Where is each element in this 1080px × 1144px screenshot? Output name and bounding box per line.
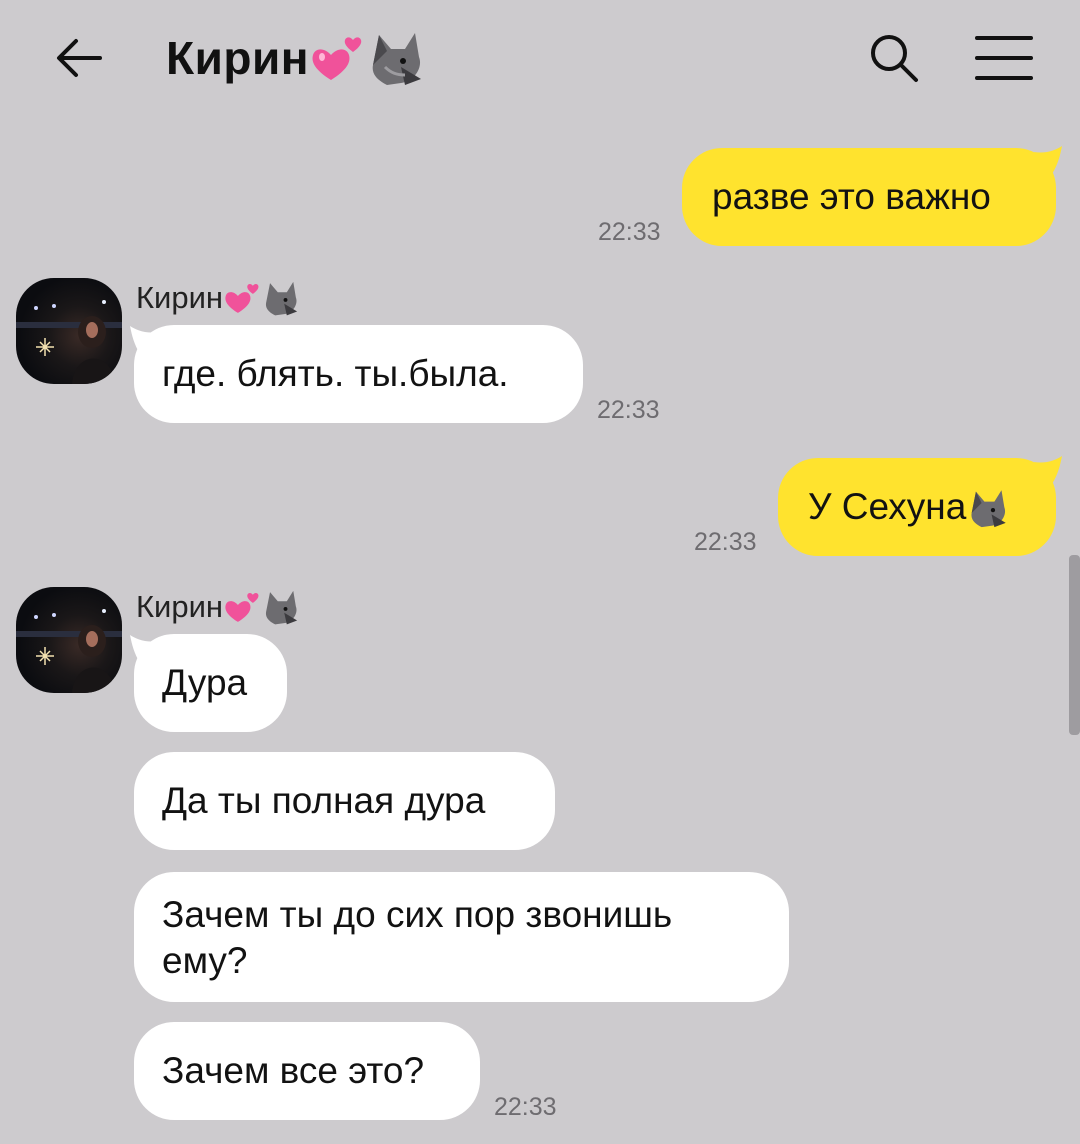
sender-name: Кирин: [136, 278, 301, 318]
scrollbar[interactable]: [1069, 555, 1080, 735]
message-bubble-incoming[interactable]: где. блять. ты.была.: [134, 325, 583, 423]
message-text: где. блять. ты.была.: [162, 353, 509, 394]
message-bubble-incoming[interactable]: Да ты полная дура: [134, 752, 555, 850]
sender-name-text: Кирин: [136, 589, 224, 624]
message-timestamp: 22:33: [494, 1093, 557, 1121]
two-hearts-icon: [225, 283, 259, 313]
avatar-photo: [16, 300, 122, 384]
wolf-icon: [266, 281, 298, 316]
message-bubble-outgoing[interactable]: У Сехуна: [778, 458, 1056, 556]
message-timestamp: 22:33: [598, 218, 661, 246]
search-icon[interactable]: [866, 30, 922, 86]
chat-screen: Кирин разве это важно 22:33 Кирин где. б…: [0, 0, 1080, 1144]
chat-header: Кирин: [0, 0, 1080, 118]
message-text: Дура: [162, 662, 248, 703]
avatar-photo: [16, 609, 122, 693]
message-text: разве это важно: [712, 176, 991, 217]
wolf-icon: [266, 590, 298, 625]
chat-title-text: Кирин: [166, 32, 310, 84]
message-text: Зачем все это?: [162, 1050, 425, 1091]
sender-name: Кирин: [136, 587, 301, 627]
message-bubble-incoming[interactable]: Зачем все это?: [134, 1022, 480, 1120]
wolf-icon: [971, 490, 1007, 528]
wolf-icon: [372, 33, 422, 85]
message-bubble-outgoing[interactable]: разве это важно: [682, 148, 1056, 246]
bubble-tail: [1034, 146, 1062, 174]
message-text: Да ты полная дура: [162, 780, 486, 821]
avatar[interactable]: [16, 278, 122, 384]
message-timestamp: 22:33: [694, 528, 757, 556]
hamburger-menu-icon[interactable]: [974, 33, 1034, 83]
arrow-left-icon[interactable]: [52, 30, 108, 86]
message-text: У Сехуна: [808, 486, 967, 527]
sender-name-text: Кирин: [136, 280, 224, 315]
two-hearts-icon: [225, 592, 259, 622]
message-text: Зачем ты до сих пор звонишь ему?: [162, 894, 673, 981]
two-hearts-icon: [312, 37, 362, 80]
bubble-tail: [1034, 456, 1062, 484]
message-timestamp: 22:33: [597, 396, 660, 424]
avatar[interactable]: [16, 587, 122, 693]
message-bubble-incoming[interactable]: Зачем ты до сих пор звонишь ему?: [134, 872, 789, 1002]
message-bubble-incoming[interactable]: Дура: [134, 634, 287, 732]
chat-title[interactable]: Кирин: [166, 26, 427, 90]
